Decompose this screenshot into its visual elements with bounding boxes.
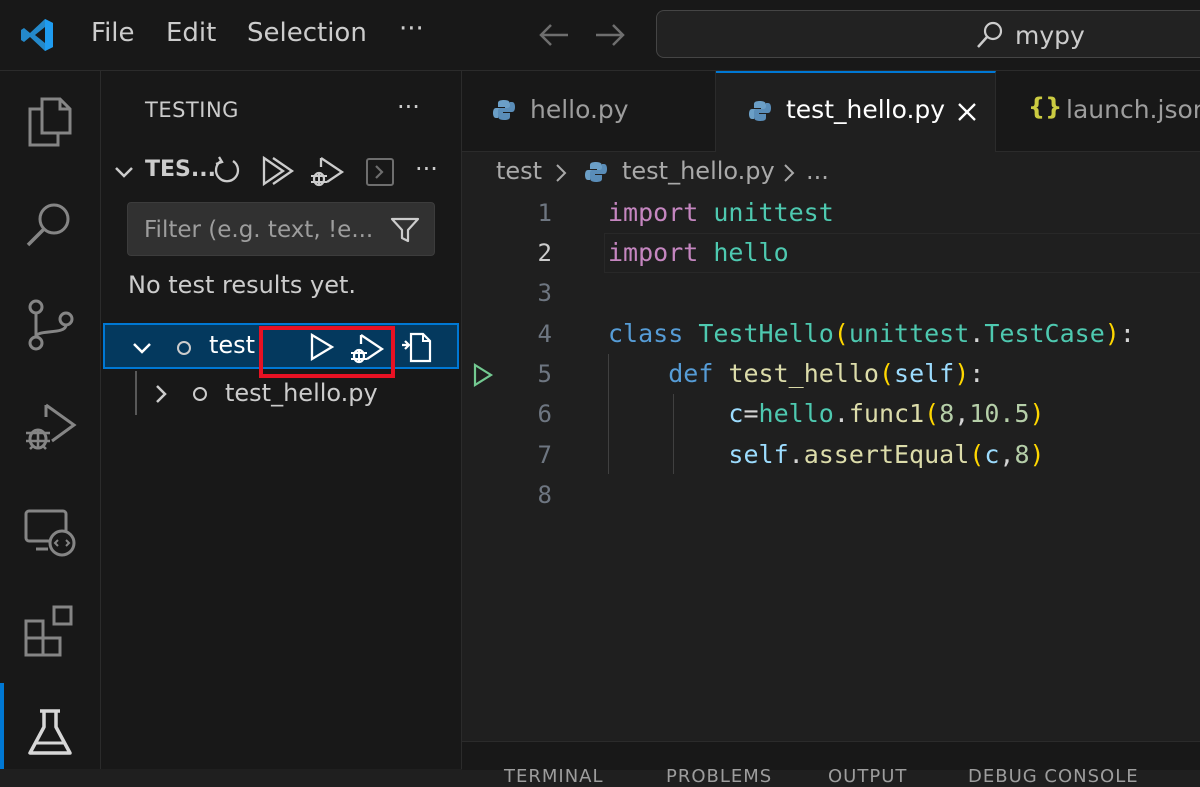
search-icon[interactable] <box>22 197 78 253</box>
test-filter-input[interactable] <box>142 213 386 247</box>
activity-bar <box>0 71 101 769</box>
menu-edit[interactable]: Edit <box>166 18 216 48</box>
editor-tabs: hello.py test_hello.py {} launch.json <box>462 71 1200 152</box>
panel-tab-terminal[interactable]: TERMINAL <box>504 766 604 787</box>
filter-funnel-icon[interactable] <box>390 216 420 244</box>
line-number: 8 <box>537 481 552 509</box>
close-icon[interactable] <box>956 101 978 123</box>
code-line-4[interactable]: class TestHello(unittest.TestCase): <box>608 314 1135 354</box>
tree-indent-guide <box>135 371 137 415</box>
line-number: 1 <box>537 199 552 227</box>
active-view-indicator <box>0 683 4 769</box>
editor-area: hello.py test_hello.py {} launch.json te… <box>462 71 1200 787</box>
test-explorer-section-title[interactable]: TES... <box>145 157 216 182</box>
python-icon <box>492 98 516 122</box>
line-number: 5 <box>537 360 552 388</box>
test-status-circle-icon <box>191 385 209 403</box>
python-icon <box>748 99 772 123</box>
tab-hello-py[interactable]: hello.py <box>462 71 716 151</box>
code-line-7[interactable]: self.assertEqual(c,8) <box>608 435 1044 475</box>
tab-label: launch.json <box>1066 95 1200 124</box>
run-all-tests-icon[interactable] <box>261 155 295 187</box>
back-arrow-icon[interactable] <box>538 22 570 48</box>
section-more-button[interactable]: ··· <box>415 155 438 183</box>
command-center-text: mypy <box>1015 21 1085 50</box>
title-bar: File Edit Selection ··· mypy <box>0 0 1200 71</box>
code-line-5[interactable]: def test_hello(self): <box>608 354 984 394</box>
line-number: 2 <box>537 239 552 267</box>
panel-tab-output[interactable]: OUTPUT <box>828 766 907 787</box>
command-center[interactable]: mypy <box>656 10 1200 58</box>
explorer-icon[interactable] <box>22 93 78 149</box>
chevron-down-icon[interactable] <box>131 337 153 359</box>
chevron-down-icon[interactable] <box>113 161 135 183</box>
breadcrumb-more[interactable]: ... <box>806 157 829 185</box>
menu-more[interactable]: ··· <box>399 14 424 44</box>
line-number: 3 <box>537 279 552 307</box>
line-number: 4 <box>537 320 552 348</box>
debug-all-tests-icon[interactable] <box>309 155 345 189</box>
chevron-right-icon <box>782 163 796 183</box>
line-number: 6 <box>537 400 552 428</box>
testing-flask-icon[interactable] <box>22 705 78 761</box>
vscode-logo <box>18 16 56 54</box>
chevron-right-icon <box>554 163 568 183</box>
json-braces-icon: {} <box>1028 93 1063 121</box>
menu-selection[interactable]: Selection <box>247 18 367 48</box>
panel-tab-bar: TERMINAL PROBLEMS OUTPUT DEBUG CONSOLE <box>462 741 1200 787</box>
go-to-test-icon[interactable] <box>399 330 433 364</box>
menu-file[interactable]: File <box>91 18 135 48</box>
panel-tab-problems[interactable]: PROBLEMS <box>666 766 772 787</box>
tab-launch-json[interactable]: {} launch.json <box>996 71 1200 151</box>
sidebar-more-button[interactable]: ··· <box>397 93 420 121</box>
tab-label: hello.py <box>530 95 629 124</box>
tab-label: test_hello.py <box>786 95 946 124</box>
remote-explorer-icon[interactable] <box>22 505 78 561</box>
code-line-2[interactable]: import hello <box>608 233 789 273</box>
extensions-icon[interactable] <box>22 603 78 659</box>
code-line-1[interactable]: import unittest <box>608 193 834 233</box>
test-file-tree-label[interactable]: test_hello.py <box>225 379 378 407</box>
forward-arrow-icon[interactable] <box>594 22 626 48</box>
run-test-gutter-icon[interactable] <box>472 363 494 387</box>
breadcrumb-file[interactable]: test_hello.py <box>622 157 775 185</box>
source-control-icon[interactable] <box>22 297 78 353</box>
panel-tab-debug-console[interactable]: DEBUG CONSOLE <box>968 766 1139 787</box>
sidebar-title: TESTING <box>145 98 239 122</box>
tab-test-hello-py[interactable]: test_hello.py <box>716 71 996 152</box>
test-filter[interactable] <box>127 202 435 256</box>
breadcrumb-folder[interactable]: test <box>496 157 542 185</box>
chevron-right-icon[interactable] <box>151 383 171 405</box>
show-output-icon[interactable] <box>365 157 395 187</box>
test-tree-label: test <box>209 331 256 359</box>
search-icon <box>975 20 1005 50</box>
highlight-annotation-box <box>259 326 395 378</box>
refresh-icon[interactable] <box>211 155 243 187</box>
line-number: 7 <box>537 441 552 469</box>
testing-sidebar: TESTING ··· TES... ··· No test results y… <box>101 71 462 769</box>
code-line-6[interactable]: c=hello.func1(8,10.5) <box>608 394 1044 434</box>
run-debug-icon[interactable] <box>22 397 78 453</box>
python-icon <box>584 160 608 184</box>
test-status-circle-icon <box>175 339 193 357</box>
test-results-status: No test results yet. <box>128 271 357 299</box>
